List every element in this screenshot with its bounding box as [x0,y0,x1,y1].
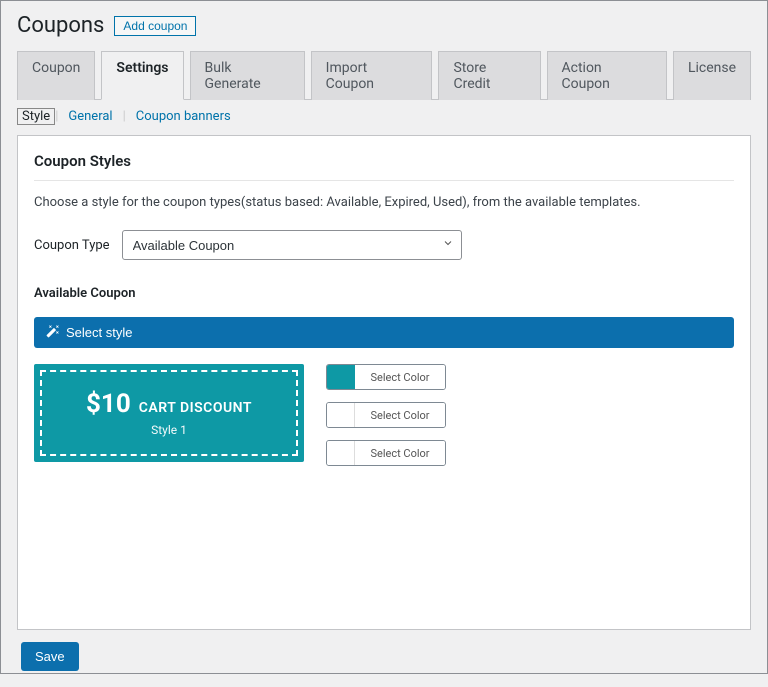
coupon-amount: $10 [86,389,131,419]
coupon-type-select[interactable]: Available Coupon [122,230,462,260]
tab-settings[interactable]: Settings [101,51,183,100]
sub-tabs: Style | General | Coupon banners [17,100,751,135]
color-picker-1[interactable]: Select Color [326,364,446,390]
subtab-general[interactable]: General [58,109,122,124]
tab-import-coupon[interactable]: Import Coupon [311,51,433,100]
color-swatch [327,365,355,389]
tab-store-credit[interactable]: Store Credit [438,51,540,100]
tab-action-coupon[interactable]: Action Coupon [547,51,667,100]
coupon-preview-card: $10 CART DISCOUNT Style 1 [34,364,304,462]
subtab-style[interactable]: Style [17,108,55,125]
coupon-main-line: $10 CART DISCOUNT [86,389,252,419]
tab-license[interactable]: License [673,51,751,100]
tab-coupon[interactable]: Coupon [17,51,95,100]
primary-tabs: Coupon Settings Bulk Generate Import Cou… [17,50,751,100]
color-picker-3[interactable]: Select Color [326,440,446,466]
coupon-type-label: Coupon Type [34,238,110,253]
settings-panel: Coupon Styles Choose a style for the cou… [17,135,751,630]
subtab-coupon-banners[interactable]: Coupon banners [126,109,241,124]
page-title: Coupons [17,13,104,38]
color-swatch [327,403,355,427]
page-header: Coupons Add coupon [17,13,751,38]
color-picker-2[interactable]: Select Color [326,402,446,428]
panel-description: Choose a style for the coupon types(stat… [34,195,734,210]
select-style-button[interactable]: Select style [34,317,734,348]
bottom-bar: Save [17,630,751,671]
available-coupon-heading: Available Coupon [34,286,734,301]
color-picker-label: Select Color [355,441,445,465]
tab-bulk-generate[interactable]: Bulk Generate [190,51,305,100]
save-button[interactable]: Save [21,642,79,671]
color-picker-label: Select Color [355,403,445,427]
coupon-style-name: Style 1 [151,423,187,437]
select-style-label: Select style [66,325,132,340]
coupon-type-row: Coupon Type Available Coupon [34,230,734,260]
coupon-discount-label: CART DISCOUNT [139,400,252,416]
panel-heading: Coupon Styles [34,152,734,181]
color-pickers: Select Color Select Color Select Color [326,364,446,466]
coupon-type-select-wrap: Available Coupon [122,230,462,260]
color-swatch [327,441,355,465]
style-preview-row: $10 CART DISCOUNT Style 1 Select Color S… [34,364,734,466]
coupon-preview-inner: $10 CART DISCOUNT Style 1 [40,370,298,456]
add-coupon-button[interactable]: Add coupon [114,16,196,36]
color-picker-label: Select Color [355,365,445,389]
wand-icon [46,324,60,341]
